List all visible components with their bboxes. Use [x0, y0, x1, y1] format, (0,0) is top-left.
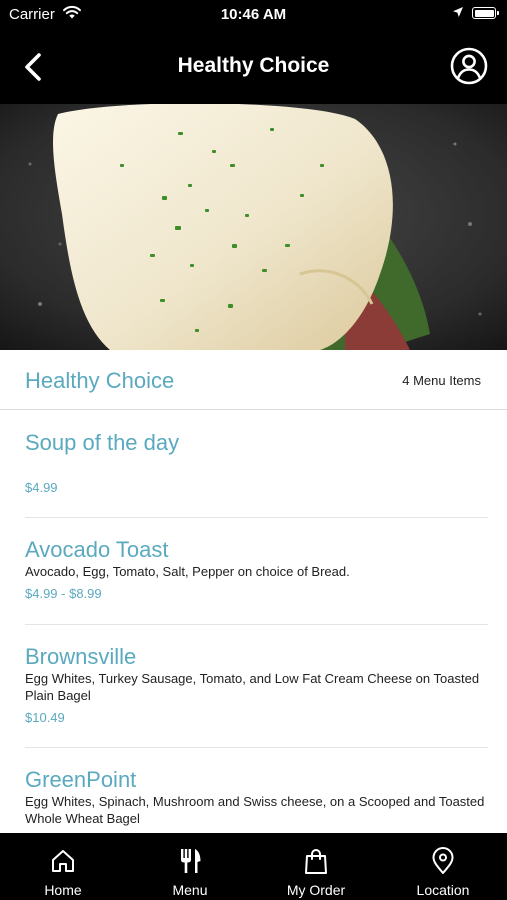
- menu-item-price: $10.49: [25, 710, 65, 725]
- map-pin-icon: [432, 847, 454, 874]
- menu-item[interactable]: Avocado Toast Avocado, Egg, Tomato, Salt…: [25, 518, 488, 625]
- menu-item[interactable]: Soup of the day $4.99: [25, 410, 488, 518]
- tab-label: Menu: [172, 882, 208, 898]
- menu-item-price: $4.99: [25, 480, 58, 495]
- battery-icon: [472, 7, 499, 19]
- menu-item-price: $4.99 - $8.99: [25, 586, 102, 601]
- tab-bar: Home Menu My Order Location: [0, 833, 507, 900]
- menu-item-name: Brownsville: [25, 644, 137, 669]
- home-icon: [52, 850, 74, 872]
- tab-location[interactable]: Location: [380, 833, 506, 900]
- page-title: Healthy Choice: [177, 54, 330, 77]
- menu-item-description: Egg Whites, Turkey Sausage, Tomato, and …: [25, 671, 480, 703]
- tab-label: Location: [416, 882, 470, 898]
- section-header: Healthy Choice 4 Menu Items: [0, 350, 507, 410]
- tab-my-order[interactable]: My Order: [253, 833, 379, 900]
- menu-item-name: Soup of the day: [25, 430, 180, 455]
- menu-item-description: Egg Whites, Spinach, Mushroom and Swiss …: [25, 794, 485, 826]
- menu-item[interactable]: Brownsville Egg Whites, Turkey Sausage, …: [25, 625, 488, 748]
- tab-label: Home: [44, 882, 82, 898]
- nav-bar: Healthy Choice: [0, 30, 507, 104]
- profile-icon[interactable]: [449, 46, 489, 86]
- tab-label: My Order: [286, 882, 346, 898]
- fork-knife-icon: [181, 849, 201, 873]
- menu-item[interactable]: GreenPoint Egg Whites, Spinach, Mushroom…: [25, 748, 488, 833]
- menu-item-count: 4 Menu Items: [402, 373, 481, 388]
- menu-item-name: Avocado Toast: [25, 537, 169, 562]
- tab-menu[interactable]: Menu: [127, 833, 253, 900]
- clock: 10:46 AM: [220, 6, 287, 23]
- section-title: Healthy Choice: [25, 368, 175, 393]
- status-bar: Carrier 10:46 AM: [0, 0, 507, 30]
- shopping-bag-icon: [305, 849, 327, 874]
- menu-item-name: GreenPoint: [25, 767, 137, 792]
- omelette-photo: [0, 104, 507, 350]
- hero-image: [0, 104, 507, 350]
- menu-item-description: Avocado, Egg, Tomato, Salt, Pepper on ch…: [25, 564, 350, 579]
- tab-home[interactable]: Home: [0, 833, 126, 900]
- location-arrow-icon: [453, 7, 463, 17]
